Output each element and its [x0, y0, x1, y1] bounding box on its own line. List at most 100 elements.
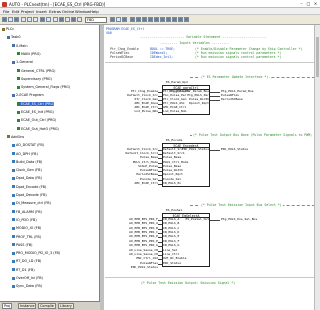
menu-window[interactable]: Window: [75, 9, 90, 14]
minimize-icon[interactable]: –: [298, 1, 305, 7]
menu-help[interactable]: Help: [90, 9, 99, 14]
open-file-icon[interactable]: [8, 17, 13, 22]
pou-icon: [12, 259, 15, 263]
tab-compile[interactable]: Compile: [38, 303, 56, 309]
menu-file[interactable]: File: [3, 9, 9, 14]
tree-item[interactable]: Task0: [7, 35, 20, 40]
input-variable-label[interactable]: ENC_PULS_Status: [131, 265, 158, 270]
tree-item[interactable]: FB_ALARM (FB): [12, 210, 42, 215]
fbd-mode-icon[interactable]: [110, 17, 115, 22]
tree-item[interactable]: ECAE_Out_Ctrl (PRG): [17, 118, 56, 123]
insert-block-icon[interactable]: [130, 17, 135, 22]
tree-item[interactable]: MODIO_IO (FB): [12, 226, 41, 231]
fb-output-pin: ES_PosSel_Out: [185, 217, 209, 221]
tree-item[interactable]: PASS (FB): [12, 243, 32, 248]
insert-coil-icon[interactable]: [142, 17, 147, 22]
pou-icon: [17, 85, 20, 89]
insert-return-icon[interactable]: [160, 17, 165, 22]
pou-icon: [12, 226, 15, 230]
tree-item[interactable]: PROF_TRL (FB): [12, 235, 41, 240]
tree-item[interactable]: RT_D1 (FB): [12, 268, 35, 273]
menu-project[interactable]: Project: [21, 9, 34, 14]
fbd-editor[interactable]: PROGRAM ECAE_ES_Ctrl VAR ---------------…: [100, 25, 320, 310]
tree-item[interactable]: RT_DO_LD (FB): [12, 259, 41, 264]
tree-item[interactable]: 1-General: [12, 60, 33, 65]
output-wire: [210, 100, 220, 101]
undo-icon[interactable]: [40, 17, 45, 22]
tree-item[interactable]: Supervisory (PRG): [17, 77, 52, 82]
download-icon[interactable]: [71, 17, 76, 22]
pou-icon: [12, 176, 15, 180]
tree-item[interactable]: Dpot_Encode (FB): [12, 185, 46, 190]
insert-label-icon[interactable]: [166, 17, 171, 22]
insert-jump-icon[interactable]: [154, 17, 159, 22]
menu-online[interactable]: Online: [62, 9, 74, 14]
ld-mode-icon[interactable]: [116, 17, 121, 22]
menu-edit[interactable]: Edit: [12, 9, 19, 14]
insert-contact-icon[interactable]: [136, 17, 141, 22]
tree-item[interactable]: AO_DPH (FB): [12, 152, 38, 157]
zoom-out-icon[interactable]: [184, 17, 189, 22]
insert-wire-icon[interactable]: [148, 17, 153, 22]
input-wire: [158, 179, 162, 181]
tree-item[interactable]: AO_DOSTAT (FB): [12, 143, 44, 148]
output-variable-label[interactable]: ENC_PULS_Status: [221, 147, 248, 152]
tree-item-label: 0-Main: [16, 43, 28, 48]
tree-item[interactable]: OverOff_Ini (FB): [12, 276, 43, 281]
paste-icon[interactable]: [33, 17, 38, 22]
close-icon[interactable]: ×: [312, 1, 319, 7]
tree-item[interactable]: ECAE_Out_HotO (PRG): [17, 127, 59, 132]
tree-item[interactable]: ECAE_ES_Init (PRG): [17, 110, 54, 115]
zoom-in-icon[interactable]: [178, 17, 183, 22]
debug-icon[interactable]: [77, 17, 82, 22]
tree-item[interactable]: General_CTRL (PRG): [17, 69, 56, 74]
tree-item-label: 2-ECAE Program: [16, 93, 44, 98]
build-icon[interactable]: [65, 17, 70, 22]
tab-project[interactable]: Proj: [2, 303, 13, 309]
maximize-icon[interactable]: □: [305, 1, 312, 7]
tree-item[interactable]: PRO_MODIO_PD_IO_3 (FB): [12, 251, 60, 256]
vertical-scrollbar[interactable]: [314, 25, 320, 310]
tree-item[interactable]: IO_PDO (FB): [12, 218, 37, 223]
tree-item[interactable]: 2-ECAE Program: [12, 93, 44, 98]
var-keyword: VAR: [106, 31, 112, 35]
tree-item[interactable]: ECAE_ES_Ctrl (PRG): [17, 101, 55, 107]
st-mode-icon[interactable]: [122, 17, 127, 22]
input-wire: [158, 241, 162, 243]
save-icon[interactable]: [14, 17, 19, 22]
tree-item[interactable]: DI_Measure_ctrl (FB): [12, 201, 51, 206]
fb-output-pin: Dpoint_Rqct: [189, 101, 209, 105]
tab-library[interactable]: Library: [58, 303, 74, 309]
menu-extras[interactable]: Extras: [49, 9, 61, 14]
output-variable-label[interactable]: PeriodSCBase: [221, 97, 243, 102]
output-variable-label[interactable]: Ptg_PULS_Pos_Sel_Bus: [221, 217, 257, 222]
compile-icon[interactable]: [59, 17, 64, 22]
tree-item[interactable]: Build_Data (FB): [12, 160, 42, 165]
footer-comment: (* Pulse Test Emission Output: Emission …: [140, 281, 237, 285]
new-file-icon[interactable]: [2, 17, 7, 22]
tree-item[interactable]: Sync_Data (FB): [12, 284, 42, 289]
tree-item[interactable]: PLCc: [2, 27, 14, 32]
input-variable-label[interactable]: Lnd_Pulse_Ndo: [135, 109, 158, 114]
tree-item[interactable]: Dpot_Decode (FB): [12, 193, 47, 198]
copy-icon[interactable]: [27, 17, 32, 22]
tree-item-label: ECAE_ES_Init (PRG): [21, 110, 54, 114]
var-comment: (* Run emission signals control paramete…: [195, 55, 282, 59]
cut-icon[interactable]: [21, 17, 26, 22]
insert-comment-icon[interactable]: [172, 17, 177, 22]
tree-item[interactable]: MAIN (PRG): [17, 52, 41, 57]
tree-item[interactable]: AddOns: [7, 135, 24, 140]
menu-insert[interactable]: Insert: [36, 9, 47, 14]
tree-item[interactable]: Dpot_Data (FB): [12, 176, 42, 181]
find-icon[interactable]: [53, 17, 58, 22]
input-wire: [158, 259, 162, 261]
tree-item[interactable]: System_General_Flags (PRG): [17, 85, 70, 90]
pou-icon: [17, 69, 20, 72]
input-variable-label[interactable]: AMC_ECAE_Ctrl: [135, 181, 158, 186]
tree-item[interactable]: Clock_Gen (FB): [12, 168, 42, 173]
scroll-thumb[interactable]: [316, 37, 319, 77]
tree-item[interactable]: 0-Main: [12, 44, 27, 49]
language-select[interactable]: FBD: [85, 17, 107, 23]
redo-icon[interactable]: [46, 17, 51, 22]
tab-instance[interactable]: Instance: [18, 303, 37, 309]
